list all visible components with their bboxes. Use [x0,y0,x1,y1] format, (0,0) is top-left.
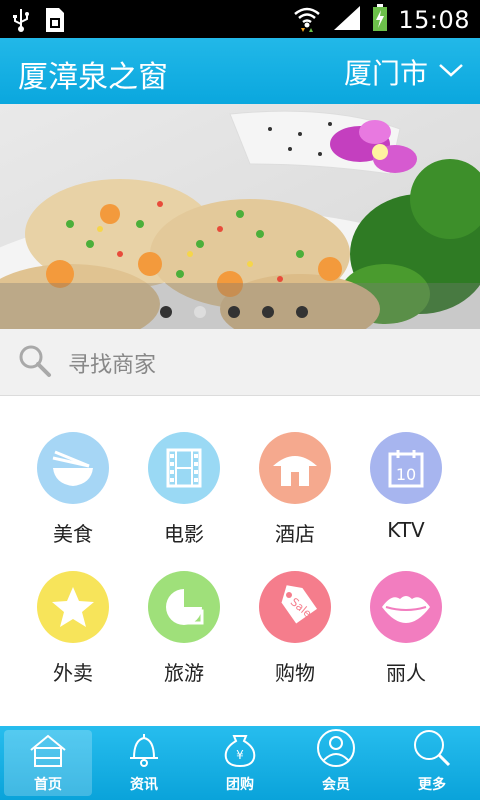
carousel-dot[interactable] [296,306,308,318]
carousel-dots[interactable] [160,306,308,318]
search-input[interactable]: 寻找商家 [18,344,156,382]
category-takeout[interactable]: 外卖 [18,571,128,686]
banner-carousel[interactable] [0,104,480,329]
category-travel[interactable]: 旅游 [129,571,239,686]
home-icon [27,732,69,772]
nav-label: 更多 [418,777,446,793]
nav-home[interactable]: 首页 [0,726,96,800]
nav-more[interactable]: 更多 [384,726,480,800]
usb-icon [12,7,30,37]
sim-card-icon [44,6,66,38]
nav-label: 会员 [322,777,350,793]
svg-text:10: 10 [396,465,416,484]
category-hotel[interactable]: 酒店 [240,432,350,547]
chevron-down-icon [438,62,464,82]
category-label: KTV [387,518,425,542]
wifi-icon [292,4,322,36]
nav-member[interactable]: 会员 [288,726,384,800]
film-icon [148,432,220,504]
city-selector[interactable]: 厦门市 [344,52,464,92]
search-icon [18,344,52,382]
nav-label: 资讯 [130,777,158,793]
carousel-dot-active[interactable] [194,306,206,318]
battery-charging-icon [372,4,388,36]
category-label: 购物 [275,661,315,685]
category-label: 旅游 [164,661,204,685]
category-beauty[interactable]: 丽人 [351,571,461,686]
city-label: 厦门市 [343,57,428,90]
bell-icon [126,730,162,772]
category-movie[interactable]: 电影 [129,432,239,547]
calendar-icon: 10 [370,432,442,504]
category-label: 酒店 [275,522,315,546]
sale-tag-icon: Sale [259,571,331,643]
svg-text:¥: ¥ [236,748,244,762]
carousel-dot[interactable] [228,306,240,318]
clock-time: 15:08 [398,6,470,34]
category-label: 美食 [53,522,93,546]
status-bar: 15:08 [0,0,480,38]
map-icon [148,571,220,643]
app-header: 厦漳泉之窗 厦门市 [0,38,480,104]
bowl-chopsticks-icon [37,432,109,504]
carousel-dot[interactable] [262,306,274,318]
signal-icon [332,4,362,36]
nav-group-buy[interactable]: ¥ 团购 [192,726,288,800]
bottom-nav: 首页 资讯 ¥ 团购 会员 更多 [0,726,480,800]
category-ktv[interactable]: 10 KTV [351,432,461,542]
category-grid: 美食 电影 酒店 10 KTV 外卖 旅游 Sale 购物 丽人 [0,396,480,726]
money-bag-icon: ¥ [222,728,258,772]
hut-icon [259,432,331,504]
carousel-dot[interactable] [160,306,172,318]
nav-label: 首页 [34,777,62,793]
category-label: 电影 [164,522,204,546]
search-placeholder: 寻找商家 [68,353,157,378]
category-label: 丽人 [386,661,426,685]
user-icon [316,728,356,772]
search-icon [412,728,452,772]
category-shopping[interactable]: Sale 购物 [240,571,350,686]
app-title: 厦漳泉之窗 [18,60,168,95]
nav-label: 团购 [226,777,254,793]
search-bar[interactable]: 寻找商家 [0,329,480,396]
nav-news[interactable]: 资讯 [96,726,192,800]
category-food[interactable]: 美食 [18,432,128,547]
lips-icon [370,571,442,643]
star-icon [37,571,109,643]
category-label: 外卖 [53,661,93,685]
